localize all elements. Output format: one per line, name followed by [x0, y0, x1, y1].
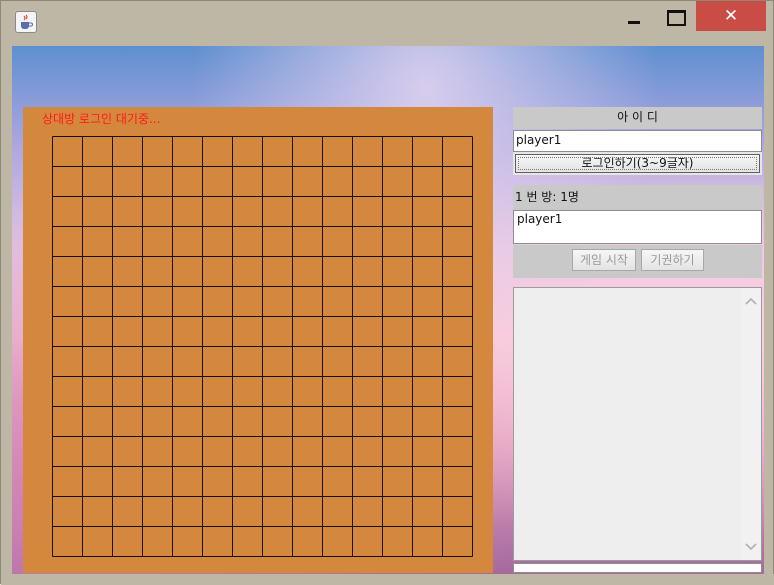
action-bar: 게임 시작 기권하기	[513, 245, 762, 278]
minimize-button[interactable]	[618, 1, 648, 31]
board-panel: 상대방 로그인 대기중...	[23, 107, 493, 573]
list-item[interactable]: player1	[517, 211, 761, 227]
maximize-button[interactable]	[656, 1, 692, 31]
content-pane: 상대방 로그인 대기중... 아 이 디 player1 로그인하기(3~9글자…	[12, 46, 764, 574]
status-label: 상대방 로그인 대기중...	[42, 112, 161, 126]
app-window: ✕ 상대방 로그인 대기중... 아 이 디 player1 로그인하기(3~9…	[0, 0, 774, 585]
window-bottom-edge	[1, 574, 774, 585]
close-icon: ✕	[723, 6, 739, 26]
id-header: 아 이 디	[513, 107, 762, 129]
id-input[interactable]: player1	[513, 130, 762, 152]
game-board[interactable]	[52, 136, 473, 557]
chat-log[interactable]	[513, 287, 762, 561]
maximize-icon	[667, 10, 686, 26]
login-row: 로그인하기(3~9글자)	[513, 152, 762, 175]
java-cup-icon[interactable]	[15, 11, 37, 33]
scroll-down-icon[interactable]	[745, 542, 757, 552]
title-bar[interactable]: ✕	[1, 1, 773, 39]
scroll-up-icon[interactable]	[745, 296, 757, 306]
minimize-icon	[628, 21, 640, 24]
user-list[interactable]: player1	[513, 210, 762, 244]
chat-scrollbar[interactable]	[741, 288, 761, 560]
login-button[interactable]: 로그인하기(3~9글자)	[515, 154, 760, 173]
start-game-button[interactable]: 게임 시작	[572, 249, 636, 271]
resign-button[interactable]: 기권하기	[641, 249, 704, 271]
close-button[interactable]: ✕	[696, 1, 766, 31]
chat-input[interactable]	[513, 563, 762, 573]
room-label: 1 번 방: 1명	[513, 185, 762, 210]
side-panel: 아 이 디 player1 로그인하기(3~9글자) 1 번 방: 1명 pla…	[513, 107, 762, 573]
